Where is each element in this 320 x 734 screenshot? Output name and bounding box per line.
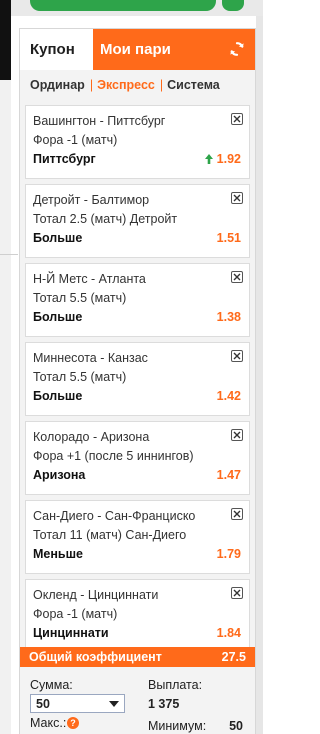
total-odds-label: Общий коэффициент: [29, 650, 162, 664]
stake-area: Сумма: Выплата: 50 1 375 Макс.: ? Миниму…: [20, 667, 255, 734]
bet-pick: Меньше: [33, 547, 83, 561]
close-box-icon[interactable]: [231, 429, 243, 441]
help-icon[interactable]: ?: [67, 717, 79, 729]
close-box-icon[interactable]: [231, 271, 243, 283]
divider: [0, 254, 18, 255]
bet-market: Тотал 2.5 (матч) Детройт: [33, 212, 178, 226]
bet-type-selector: Ординар | Экспресс | Система: [20, 70, 255, 100]
bet-market: Фора +1 (после 5 иннингов): [33, 449, 194, 463]
bet-market: Фора -1 (матч): [33, 607, 118, 621]
bet-pick: Цинциннати: [33, 626, 109, 640]
payout-label: Выплата:: [148, 678, 203, 692]
green-header-bar: [30, 0, 216, 11]
close-box-icon[interactable]: [231, 350, 243, 362]
bet-odds-wrap: 1.92: [204, 152, 241, 166]
bet-item: Окленд - Цинциннати Фора -1 (матч) Цинци…: [25, 579, 250, 653]
bet-match: Колорадо - Аризона: [33, 430, 150, 444]
stake-amount-value: 50: [36, 696, 50, 711]
close-box-icon[interactable]: [231, 587, 243, 599]
close-box-icon[interactable]: [231, 508, 243, 520]
bet-odds: 1.84: [216, 626, 241, 640]
min-value: 50: [229, 719, 243, 733]
tab-coupon[interactable]: Купон: [20, 29, 93, 70]
mode-separator: |: [89, 78, 94, 92]
arrow-up-icon: [204, 154, 213, 164]
bet-match: Н-Й Метс - Атланта: [33, 272, 146, 286]
chevron-down-icon: [109, 701, 119, 707]
bet-item: Вашингтон - Питтсбург Фора -1 (матч) Пит…: [25, 105, 250, 179]
bet-market: Тотал 5.5 (матч): [33, 291, 127, 305]
mode-separator: |: [159, 78, 164, 92]
total-odds-bar: Общий коэффициент 27.5: [20, 647, 255, 667]
bet-odds: 1.92: [216, 152, 241, 166]
bet-odds: 1.51: [216, 231, 241, 245]
tab-my-bets[interactable]: Мои пари: [93, 29, 171, 70]
bet-pick: Аризона: [33, 468, 86, 482]
payout-value: 1 375: [148, 697, 180, 711]
close-box-icon[interactable]: [231, 113, 243, 125]
bet-market: Тотал 5.5 (матч): [33, 370, 127, 384]
bet-match: Сан-Диего - Сан-Франциско: [33, 509, 196, 523]
bet-odds: 1.38: [216, 310, 241, 324]
bet-match: Окленд - Цинциннати: [33, 588, 159, 602]
bet-item: Сан-Диего - Сан-Франциско Тотал 11 (матч…: [25, 500, 250, 574]
scrollbar-track[interactable]: [256, 16, 263, 734]
mode-express[interactable]: Экспресс: [97, 78, 155, 92]
max-label: Макс.:: [30, 716, 67, 730]
coupon-tabs: Купон Мои пари: [20, 29, 255, 70]
stake-label: Сумма:: [30, 678, 73, 692]
bet-odds: 1.42: [216, 389, 241, 403]
bet-item: Детройт - Балтимор Тотал 2.5 (матч) Детр…: [25, 184, 250, 258]
bet-match: Вашингтон - Питтсбург: [33, 114, 166, 128]
bet-market: Тотал 11 (матч) Сан-Диего: [33, 528, 187, 542]
bet-list: Вашингтон - Питтсбург Фора -1 (матч) Пит…: [20, 100, 255, 653]
bet-coupon-panel: Купон Мои пари Ординар | Экспресс | Сист…: [19, 28, 256, 734]
bet-pick: Больше: [33, 310, 83, 324]
stake-amount-select[interactable]: 50: [30, 694, 125, 713]
mode-system[interactable]: Система: [167, 78, 220, 92]
bet-match: Миннесота - Канзас: [33, 351, 148, 365]
bet-item: Миннесота - Канзас Тотал 5.5 (матч) Боль…: [25, 342, 250, 416]
close-box-icon[interactable]: [231, 192, 243, 204]
bet-pick: Больше: [33, 389, 83, 403]
bet-pick: Больше: [33, 231, 83, 245]
bet-item: Колорадо - Аризона Фора +1 (после 5 инни…: [25, 421, 250, 495]
refresh-icon[interactable]: [229, 41, 245, 57]
bet-match: Детройт - Балтимор: [33, 193, 150, 207]
total-odds-value: 27.5: [221, 650, 246, 664]
bet-market: Фора -1 (матч): [33, 133, 118, 147]
mode-single[interactable]: Ординар: [30, 78, 85, 92]
min-label: Минимум:: [148, 719, 207, 733]
bet-odds: 1.47: [216, 468, 241, 482]
left-page-column: [0, 80, 11, 734]
bet-odds: 1.79: [216, 547, 241, 561]
bet-item: Н-Й Метс - Атланта Тотал 5.5 (матч) Боль…: [25, 263, 250, 337]
dark-side-block: [0, 0, 11, 80]
green-header-button[interactable]: [222, 0, 244, 11]
